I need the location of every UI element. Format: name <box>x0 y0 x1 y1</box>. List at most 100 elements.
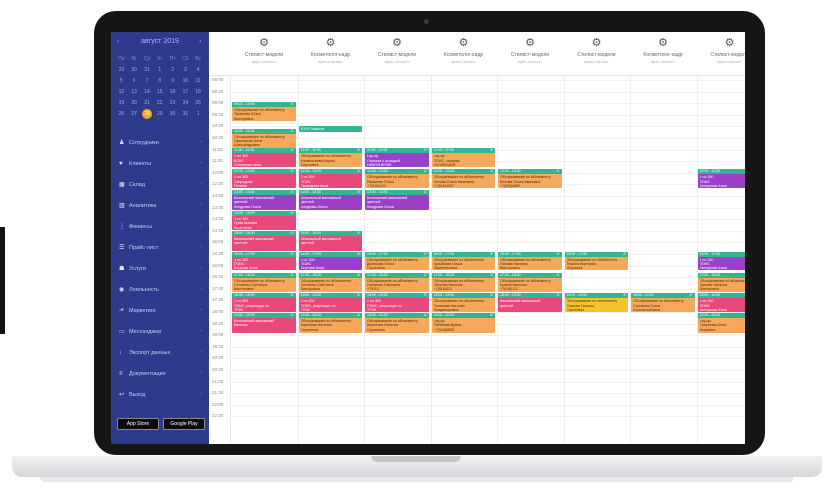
appointment-card[interactable]: 15:00 - 16:00 ✆ Безопасный массажный цветно… <box>298 230 362 251</box>
calendar-day[interactable]: 4 <box>192 65 205 76</box>
calendar-day[interactable]: 27 <box>128 109 141 120</box>
phone-icon[interactable]: ✆ <box>490 252 493 257</box>
calendar-day[interactable]: 10 <box>179 76 192 87</box>
staff-column-header[interactable]: ⚙ Косметолог-кадр врач-стилист <box>630 38 696 65</box>
appointment-card[interactable]: 12:00 - 13:00 ✆ 1 по 300 ПОИС Свиридова Анна <box>298 169 362 188</box>
phone-icon[interactable]: ✆ <box>490 148 493 153</box>
phone-icon[interactable]: ✆ <box>424 273 427 278</box>
phone-icon[interactable]: ✆ <box>357 252 360 257</box>
google-play-badge[interactable]: Google Play <box>163 418 205 430</box>
appointment-card[interactable]: 11:00 - 12:00 ✆ 1 по 300 БОКС Степанова Анна <box>232 148 296 167</box>
appointment-card[interactable]: 12:00 - 13:00✆1 по 300ПОИСБелоусова Анна <box>697 169 745 188</box>
appointment-card[interactable]: 11:00 - 12:00 ✆ Lay-up ПОИС, стрижка КОЛЛЕКЦ… <box>431 148 495 167</box>
calendar-day[interactable]: 5 <box>115 76 128 87</box>
calendar-day[interactable]: 23 <box>166 98 179 109</box>
calendar-day[interactable]: 12 <box>115 87 128 98</box>
calendar-day[interactable]: 30 <box>166 109 179 120</box>
appointment-card[interactable]: 17:00 - 18:00✆Обслуживание по абонементу… <box>232 272 296 293</box>
phone-icon[interactable]: ✆ <box>357 313 360 318</box>
phone-icon[interactable]: ✆ <box>291 169 294 174</box>
gear-icon[interactable]: ⚙ <box>431 38 497 49</box>
phone-icon[interactable]: ✆ <box>490 169 493 174</box>
calendar-day[interactable]: 20 <box>128 98 141 109</box>
gear-icon[interactable]: ⚙ <box>697 38 746 49</box>
prev-month-icon[interactable]: ‹ <box>117 38 119 45</box>
calendar-day[interactable]: 11 <box>192 76 205 87</box>
appointment-card[interactable]: 18:00 - 19:00 ✆ Обслуживание по абонементу… <box>631 293 695 312</box>
sidebar-item[interactable]: ▥ Аналитика › <box>111 195 209 216</box>
phone-icon[interactable]: ✆ <box>357 190 360 195</box>
sidebar-item[interactable]: ♟ Сотрудники › <box>111 132 209 153</box>
phone-icon[interactable]: ✆ <box>424 252 427 257</box>
phone-icon[interactable]: ✆ <box>490 313 493 318</box>
appointment-card[interactable]: 17:00 - 18:00✆Обслуживание по абонементу… <box>697 272 745 293</box>
phone-icon[interactable]: ✆ <box>291 313 294 318</box>
phone-icon[interactable]: ✆ <box>557 252 560 257</box>
appointment-card[interactable]: 13:00 - 14:00 ✆ Безопасный массажный цветно… <box>232 190 296 210</box>
calendar-day[interactable]: 7 <box>141 76 154 87</box>
sidebar-item[interactable]: ⋮ Финансы › <box>111 216 209 237</box>
appointment-card[interactable]: 12:00 - 13:00 ✆ 1 по 300 Свиридова Полина <box>232 169 296 188</box>
calendar-day[interactable]: 21 <box>141 98 154 109</box>
appointment-card[interactable]: 18:00 - 19:00 ✆ Обслуживание по абонементу… <box>564 293 628 312</box>
gear-icon[interactable]: ⚙ <box>231 38 297 49</box>
phone-icon[interactable]: ✆ <box>490 273 493 278</box>
appointment-card[interactable]: 19:00 - 20:00 ✆ Обслуживание по абонементу… <box>298 313 362 333</box>
appointment-card[interactable]: 18:00 - 19:00 ✆ 1 по 300 ПОИС, рекреация по… <box>365 293 429 312</box>
phone-icon[interactable]: ✆ <box>490 293 493 298</box>
calendar-day[interactable]: 26 <box>115 109 128 120</box>
app-store-badge[interactable]: App Store <box>117 418 159 430</box>
appointment-card[interactable]: 18:00 - 19:00 ✆ Обслуживание по абонементу… <box>431 293 495 312</box>
appointment-card[interactable]: 11:00 - 12:00 ✆ Lay-up Стрижка с укладкой НА… <box>365 148 429 167</box>
appointment-card[interactable]: 14:00 - 15:00 ✆ 1 по 300 Ирма Шахова Леонтье… <box>232 211 296 230</box>
appointment-card[interactable]: 17:00 - 18:00✆Обслуживание по абонементу… <box>431 272 495 293</box>
phone-icon[interactable]: ✆ <box>357 231 360 236</box>
calendar-day[interactable]: 30 <box>128 65 141 76</box>
sidebar-item[interactable]: ↩ Выход › <box>111 384 209 405</box>
calendar-day[interactable]: 3 <box>179 65 192 76</box>
calendar-day[interactable]: 31 <box>179 109 192 120</box>
phone-icon[interactable]: ✆ <box>557 293 560 298</box>
staff-column-header[interactable]: ⚙ Косметолог-кадр врач-стилист <box>298 38 364 65</box>
calendar-day[interactable]: 1 <box>153 65 166 76</box>
appointment-card[interactable]: 12:00 - 13:00 ✆ Обслуживание по абонементу… <box>365 169 429 188</box>
appointment-card[interactable]: 17:00 - 18:00✆Обслуживание по абонементу… <box>365 272 429 293</box>
phone-icon[interactable]: ✆ <box>291 148 294 153</box>
phone-icon[interactable]: ✆ <box>424 293 427 298</box>
gear-icon[interactable]: ⚙ <box>298 38 364 49</box>
phone-icon[interactable]: ✆ <box>424 313 427 318</box>
staff-column-header[interactable]: ⚙ Стилист-модели врач-стилист <box>564 38 630 65</box>
appointment-card[interactable]: 13:00 - 14:00 ✆ Безопасный массажный цветно… <box>365 190 429 210</box>
appointment-card[interactable]: 18:00 - 19:00 ✆ 1 по 300 ПОИС, рекреация по… <box>232 293 296 312</box>
appointment-card[interactable]: 18:00 - 19:00✆1 по 300ПОИСБелоусова Анна <box>697 293 745 312</box>
sidebar-item[interactable]: ⬏ Маркетинг › <box>111 300 209 321</box>
phone-icon[interactable]: ✆ <box>291 102 294 107</box>
calendar-day[interactable]: 8 <box>153 76 166 87</box>
gear-icon[interactable]: ⚙ <box>497 38 563 49</box>
appointment-card[interactable]: 15:00 - 16:00 ✆ Безопасный массажный цветно… <box>232 230 296 251</box>
calendar-day[interactable]: 1 <box>192 109 205 120</box>
phone-icon[interactable]: ✆ <box>291 190 294 195</box>
sidebar-item[interactable]: ▭ Мессенджер › <box>111 321 209 342</box>
sidebar-item[interactable]: ◉ Лояльность › <box>111 279 209 300</box>
calendar-day[interactable]: 29 <box>153 109 166 120</box>
phone-icon[interactable]: ✆ <box>291 252 294 257</box>
appointment-card[interactable]: 09:00 - 10:00 ✆ Обслуживание по абонементу… <box>232 102 296 121</box>
calendar-day[interactable]: 17 <box>179 87 192 98</box>
phone-icon[interactable]: ✆ <box>424 169 427 174</box>
appointment-card[interactable]: 17:00 - 18:00✆Обслуживание по абонементу… <box>498 272 562 293</box>
appointment-card[interactable]: 11:00 - 12:00 ✆ Обслуживание по абонементу… <box>298 148 362 167</box>
calendar-day[interactable]: 24 <box>179 98 192 109</box>
staff-column-header[interactable]: ⚙ Стилист-модели врач-стилист <box>497 38 563 65</box>
phone-icon[interactable]: ✆ <box>357 273 360 278</box>
calendar-day[interactable]: 22 <box>153 98 166 109</box>
phone-icon[interactable]: ✆ <box>291 211 294 216</box>
phone-icon[interactable]: ✆ <box>291 129 294 134</box>
appointment-card[interactable]: 19:00 - 20:00 ✆ Безопасный массажный Евгени… <box>232 313 296 333</box>
sidebar-item[interactable]: ↓ Экспорт данных › <box>111 342 209 363</box>
next-month-icon[interactable]: › <box>199 38 201 45</box>
appointment-card[interactable]: 19:00 - 20:00 ✆ Lay-up Рябинова Ирина +7(916… <box>431 313 495 333</box>
calendar-day[interactable]: 16 <box>166 87 179 98</box>
phone-icon[interactable]: ✆ <box>424 190 427 195</box>
phone-icon[interactable]: ✆ <box>357 169 360 174</box>
